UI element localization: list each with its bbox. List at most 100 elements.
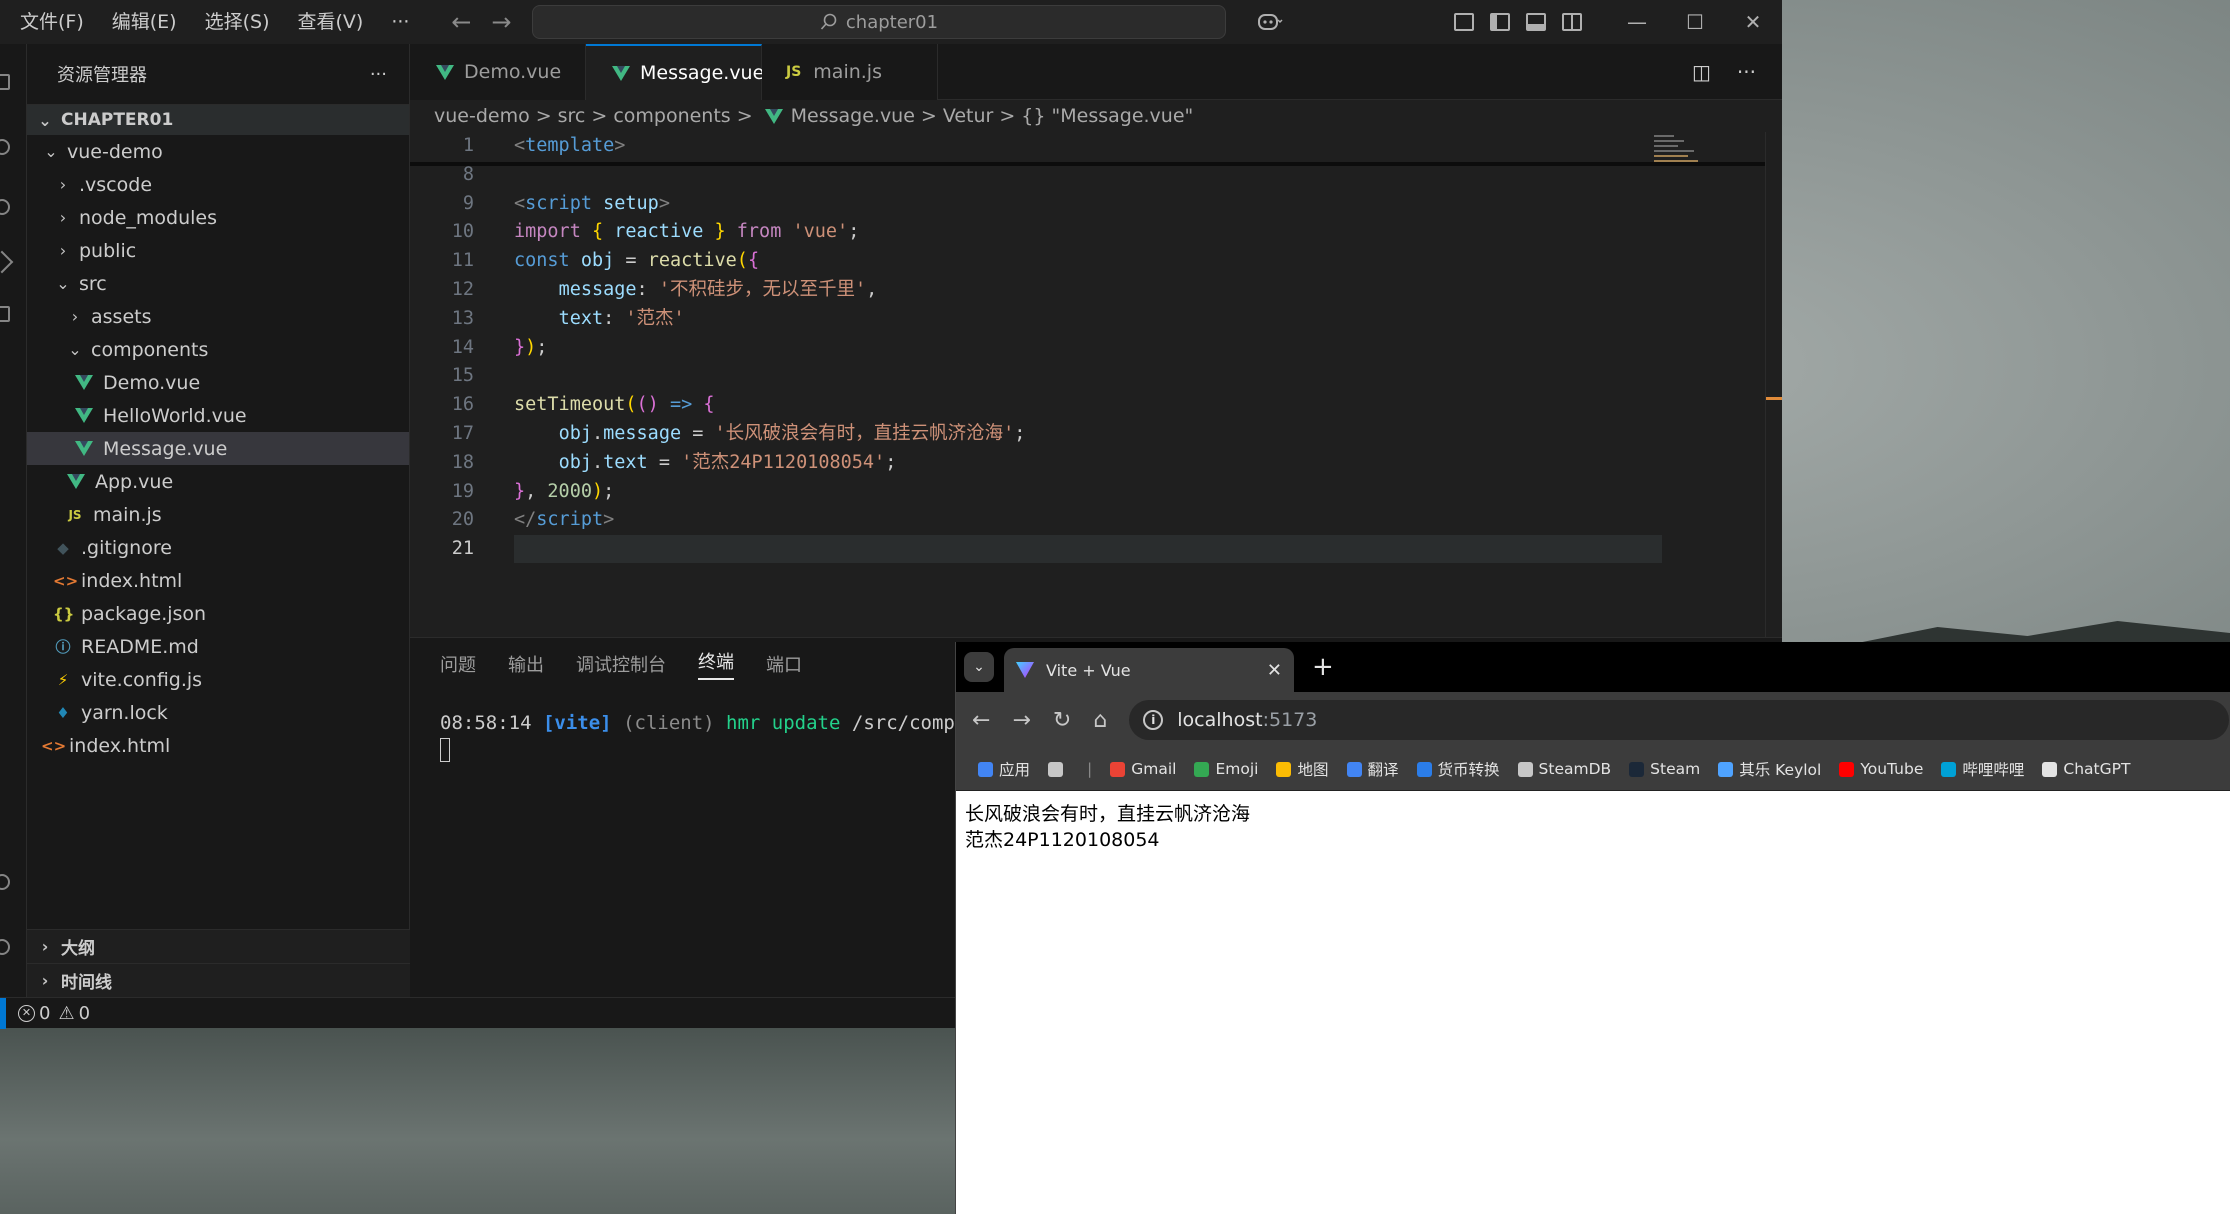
tree-item[interactable]: ⓘ README.md <box>27 630 409 663</box>
error-count[interactable]: 0 <box>39 1003 50 1024</box>
tab-search-icon[interactable]: ⌄ <box>964 652 994 682</box>
tab-message-vue[interactable]: Message.vue ✕ <box>586 44 797 100</box>
tab-demo-vue[interactable]: Demo.vue <box>410 44 586 100</box>
tree-item[interactable]: <> index.html <box>27 729 409 762</box>
tree-item-label: .gitignore <box>81 536 172 559</box>
minimize-button[interactable]: — <box>1608 10 1666 34</box>
tab-main-js[interactable]: JS main.js <box>762 44 938 100</box>
tree-item[interactable]: › .vscode <box>27 168 409 201</box>
panel-tab-terminal[interactable]: 终端 <box>698 648 734 680</box>
breadcrumb-item[interactable]: vue-demo <box>434 105 530 127</box>
breadcrumb-item[interactable]: src <box>558 105 586 127</box>
tree-item[interactable]: ⌄ components <box>27 333 409 366</box>
explorer-more-button[interactable]: ··· <box>370 64 387 85</box>
tree-item[interactable]: {} package.json <box>27 597 409 630</box>
panel-tab-problems[interactable]: 问题 <box>440 651 476 677</box>
tree-item[interactable]: <> index.html <box>27 564 409 597</box>
menu-edit[interactable]: 编辑(E) <box>98 0 191 44</box>
toggle-secondary-sidebar-icon[interactable] <box>1554 0 1590 44</box>
breadcrumb-item[interactable]: Vetur <box>943 105 994 127</box>
site-info-icon[interactable]: i <box>1143 710 1164 730</box>
source-control-icon[interactable] <box>0 199 10 215</box>
menu-view[interactable]: 查看(V) <box>284 0 378 44</box>
bookmark-item[interactable]: 货币转换 <box>1416 758 1500 780</box>
menu-file[interactable]: 文件(F) <box>0 0 98 44</box>
account-icon[interactable] <box>0 874 10 890</box>
home-icon[interactable]: ⌂ <box>1093 708 1107 733</box>
tree-item[interactable]: Message.vue <box>27 432 409 465</box>
reload-icon[interactable]: ↻ <box>1053 708 1071 733</box>
error-icon[interactable]: ✕ <box>18 1004 35 1022</box>
new-tab-button[interactable]: + <box>1312 652 1334 682</box>
browser-back-icon[interactable]: ← <box>972 708 990 733</box>
bookmark-item[interactable]: 翻译 <box>1346 758 1399 780</box>
panel-tab-ports[interactable]: 端口 <box>766 651 802 677</box>
toggle-primary-sidebar-icon[interactable] <box>1482 0 1518 44</box>
browser-tab-vite-vue[interactable]: Vite + Vue ✕ <box>1004 648 1294 692</box>
bookmark-item[interactable]: 哔哩哔哩 <box>1941 758 2024 780</box>
remote-indicator[interactable] <box>0 997 6 1029</box>
workspace-root[interactable]: ⌄ CHAPTER01 <box>27 104 409 135</box>
breadcrumb-item[interactable]: Message.vue <box>791 105 915 127</box>
bookmark-item[interactable]: SteamDB <box>1517 760 1611 778</box>
panel-tab-output[interactable]: 输出 <box>508 651 544 677</box>
menu-selection[interactable]: 选择(S) <box>191 0 284 44</box>
editor-more-icon[interactable]: ··· <box>1737 60 1756 84</box>
settings-gear-icon[interactable] <box>0 939 10 955</box>
command-center-search[interactable]: chapter01 <box>532 5 1226 39</box>
editor-scrollbar[interactable] <box>1765 132 1766 637</box>
toggle-panel-icon[interactable] <box>1518 0 1554 44</box>
back-arrow-icon[interactable]: ← <box>441 8 481 36</box>
tree-item[interactable]: Demo.vue <box>27 366 409 399</box>
panel-tab-debug-console[interactable]: 调试控制台 <box>576 651 666 677</box>
warning-icon[interactable]: ⚠ <box>58 1003 74 1024</box>
bookmark-item[interactable]: Gmail <box>1110 760 1176 778</box>
minimap[interactable] <box>1654 132 1710 172</box>
search-activity-icon[interactable] <box>0 139 10 155</box>
bookmark-favicon-icon <box>1110 761 1126 777</box>
bookmark-item[interactable]: YouTube <box>1839 760 1923 778</box>
tree-item[interactable]: App.vue <box>27 465 409 498</box>
bookmark-item[interactable]: ChatGPT <box>2042 760 2130 778</box>
tree-item[interactable]: ⌄ vue-demo <box>27 135 409 168</box>
chevron-right-icon: › <box>41 971 49 990</box>
timeline-section[interactable]: › 时间线 <box>27 963 410 997</box>
tree-item[interactable]: HelloWorld.vue <box>27 399 409 432</box>
tree-item[interactable]: ⌄ src <box>27 267 409 300</box>
js-file-icon: JS <box>786 64 802 80</box>
code-editor[interactable]: 1 <template> 8 9 <script setup> 10 import {… <box>410 132 1782 564</box>
url-port: :5173 <box>1262 709 1318 731</box>
browser-tab-close-icon[interactable]: ✕ <box>1267 660 1282 681</box>
bookmark-item[interactable]: Steam <box>1629 760 1700 778</box>
tree-item[interactable]: › assets <box>27 300 409 333</box>
tree-item[interactable]: ◆ .gitignore <box>27 531 409 564</box>
bookmark-item[interactable]: 其乐 Keylol <box>1718 758 1821 780</box>
tree-item[interactable]: ⚡ vite.config.js <box>27 663 409 696</box>
tree-item[interactable]: JS main.js <box>27 498 409 531</box>
maximize-button[interactable]: ☐ <box>1666 10 1724 34</box>
bookmark-item[interactable]: 应用 <box>978 758 1030 780</box>
copilot-icon[interactable] <box>1248 0 1292 44</box>
outline-section[interactable]: › 大纲 <box>27 929 410 963</box>
bookmark-item[interactable]: Emoji <box>1194 760 1258 778</box>
split-editor-icon[interactable]: ◫ <box>1692 60 1711 84</box>
bookmark-item[interactable]: 地图 <box>1276 758 1329 780</box>
close-button[interactable]: ✕ <box>1724 10 1782 34</box>
terminal-output[interactable]: 08:58:14 [vite] (client) hmr update /src… <box>440 712 978 762</box>
menu-more[interactable]: ··· <box>377 0 423 44</box>
tree-item[interactable]: › public <box>27 234 409 267</box>
customize-layout-icon[interactable] <box>1446 0 1482 44</box>
explorer-icon[interactable] <box>0 74 10 90</box>
forward-arrow-icon[interactable]: → <box>481 8 521 36</box>
breadcrumb-item[interactable]: components <box>613 105 730 127</box>
browser-forward-icon[interactable]: → <box>1012 708 1030 733</box>
run-debug-icon[interactable] <box>0 250 14 274</box>
warning-count[interactable]: 0 <box>79 1003 90 1024</box>
message-text: 长风破浪会有时，直挂云帆济沧海 <box>965 803 1251 825</box>
breadcrumb-item[interactable]: {} "Message.vue" <box>1021 105 1193 127</box>
address-bar[interactable]: i localhost:5173 <box>1129 700 2230 740</box>
bookmark-item[interactable] <box>1048 761 1069 777</box>
tree-item[interactable]: ♦ yarn.lock <box>27 696 409 729</box>
tree-item[interactable]: › node_modules <box>27 201 409 234</box>
extensions-icon[interactable] <box>0 306 10 322</box>
